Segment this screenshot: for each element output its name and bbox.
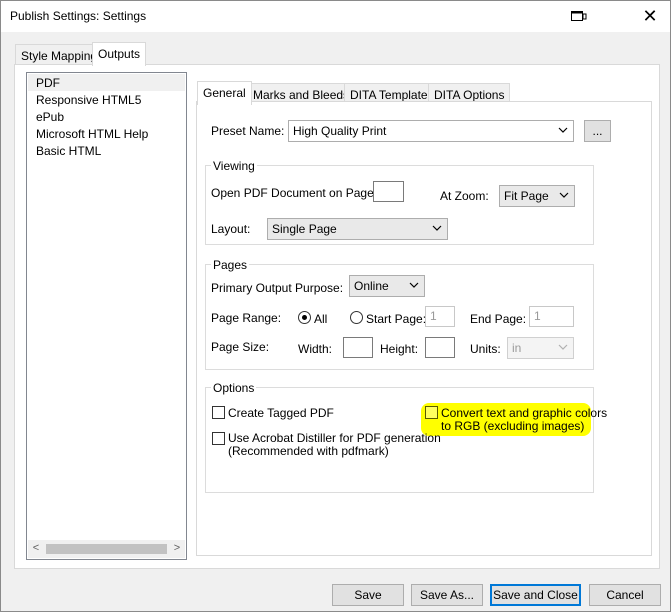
page-range-label: Page Range: bbox=[211, 311, 282, 325]
save-and-close-button[interactable]: Save and Close bbox=[490, 584, 581, 606]
zoom-value: Fit Page bbox=[504, 189, 549, 203]
preset-browse-button[interactable]: ... bbox=[584, 120, 611, 142]
tab-outputs[interactable]: Outputs bbox=[92, 42, 147, 66]
output-purpose-label: Primary Output Purpose: bbox=[211, 281, 344, 295]
open-page-label: Open PDF Document on Page: bbox=[211, 186, 378, 200]
height-input[interactable] bbox=[425, 337, 455, 358]
list-item-pdf[interactable]: PDF bbox=[36, 76, 60, 90]
options-group-title: Options bbox=[211, 381, 257, 395]
tagged-pdf-checkbox[interactable] bbox=[212, 406, 225, 419]
restore-window-icon[interactable] bbox=[571, 11, 587, 22]
distiller-label-line1: Use Acrobat Distiller for PDF generation bbox=[228, 431, 441, 445]
units-label: Units: bbox=[470, 342, 501, 356]
close-button[interactable]: ✕ bbox=[632, 3, 668, 29]
range-all-radio[interactable] bbox=[298, 311, 311, 324]
tagged-pdf-label: Create Tagged PDF bbox=[228, 406, 334, 420]
title-bar: Publish Settings: Settings ✕ bbox=[1, 1, 670, 32]
range-start-page-radio[interactable] bbox=[350, 311, 363, 324]
preset-name-value: High Quality Print bbox=[293, 124, 387, 138]
start-page-input[interactable]: 1 bbox=[425, 306, 455, 327]
preset-name-dropdown[interactable]: High Quality Print bbox=[288, 120, 574, 142]
zoom-dropdown[interactable]: Fit Page bbox=[499, 185, 575, 207]
width-input[interactable] bbox=[343, 337, 373, 358]
scrollbar-thumb[interactable] bbox=[46, 544, 167, 554]
height-label: Height: bbox=[380, 342, 419, 356]
convert-rgb-label-line2: to RGB (excluding images) bbox=[441, 419, 585, 433]
scroll-right-arrow-icon[interactable]: > bbox=[170, 542, 184, 554]
list-item-responsive-html5[interactable]: Responsive HTML5 bbox=[36, 93, 141, 107]
end-page-input[interactable]: 1 bbox=[529, 306, 574, 327]
tab-general[interactable]: General bbox=[197, 81, 252, 105]
layout-dropdown[interactable]: Single Page bbox=[267, 218, 448, 240]
dialog-window: Publish Settings: Settings ✕ Style Mappi… bbox=[0, 0, 671, 612]
layout-value: Single Page bbox=[272, 222, 337, 236]
acrobat-distiller-checkbox[interactable] bbox=[212, 432, 225, 445]
page-size-label: Page Size: bbox=[211, 340, 270, 354]
end-page-label: End Page: bbox=[470, 312, 527, 326]
list-item-epub[interactable]: ePub bbox=[36, 110, 64, 124]
list-item-microsoft-html-help[interactable]: Microsoft HTML Help bbox=[36, 127, 148, 141]
chevron-down-icon bbox=[432, 225, 442, 231]
list-item-basic-html[interactable]: Basic HTML bbox=[36, 144, 101, 158]
units-value: in bbox=[512, 341, 522, 355]
start-page-label: Start Page: bbox=[366, 312, 427, 326]
output-purpose-dropdown[interactable]: Online bbox=[349, 275, 425, 297]
close-icon: ✕ bbox=[642, 5, 658, 26]
open-page-input[interactable] bbox=[373, 181, 404, 202]
window-title: Publish Settings: Settings bbox=[10, 9, 147, 23]
chevron-down-icon bbox=[558, 344, 568, 350]
viewing-group-title: Viewing bbox=[211, 159, 257, 173]
preset-name-label: Preset Name: bbox=[211, 124, 285, 138]
save-button[interactable]: Save bbox=[332, 584, 404, 606]
chevron-down-icon bbox=[558, 127, 568, 133]
pages-group-title: Pages bbox=[211, 258, 250, 272]
tab-style-mapping[interactable]: Style Mapping bbox=[15, 44, 104, 66]
scroll-left-arrow-icon[interactable]: < bbox=[29, 542, 43, 554]
chevron-down-icon bbox=[559, 192, 569, 198]
zoom-label: At Zoom: bbox=[440, 189, 489, 203]
chevron-down-icon bbox=[409, 282, 419, 288]
convert-rgb-checkbox[interactable] bbox=[425, 406, 438, 419]
width-label: Width: bbox=[298, 342, 333, 356]
layout-label: Layout: bbox=[211, 222, 251, 236]
distiller-label-line2: (Recommended with pdfmark) bbox=[228, 444, 389, 458]
output-purpose-value: Online bbox=[354, 279, 389, 293]
range-all-label: All bbox=[314, 312, 328, 326]
output-format-list[interactable]: PDF Responsive HTML5 ePub Microsoft HTML… bbox=[26, 72, 187, 560]
convert-rgb-label-line1: Convert text and graphic colors bbox=[441, 406, 608, 420]
save-as-button[interactable]: Save As... bbox=[411, 584, 483, 606]
horizontal-scrollbar[interactable]: < > bbox=[28, 540, 185, 558]
cancel-button[interactable]: Cancel bbox=[589, 584, 661, 606]
units-dropdown[interactable]: in bbox=[507, 337, 574, 359]
